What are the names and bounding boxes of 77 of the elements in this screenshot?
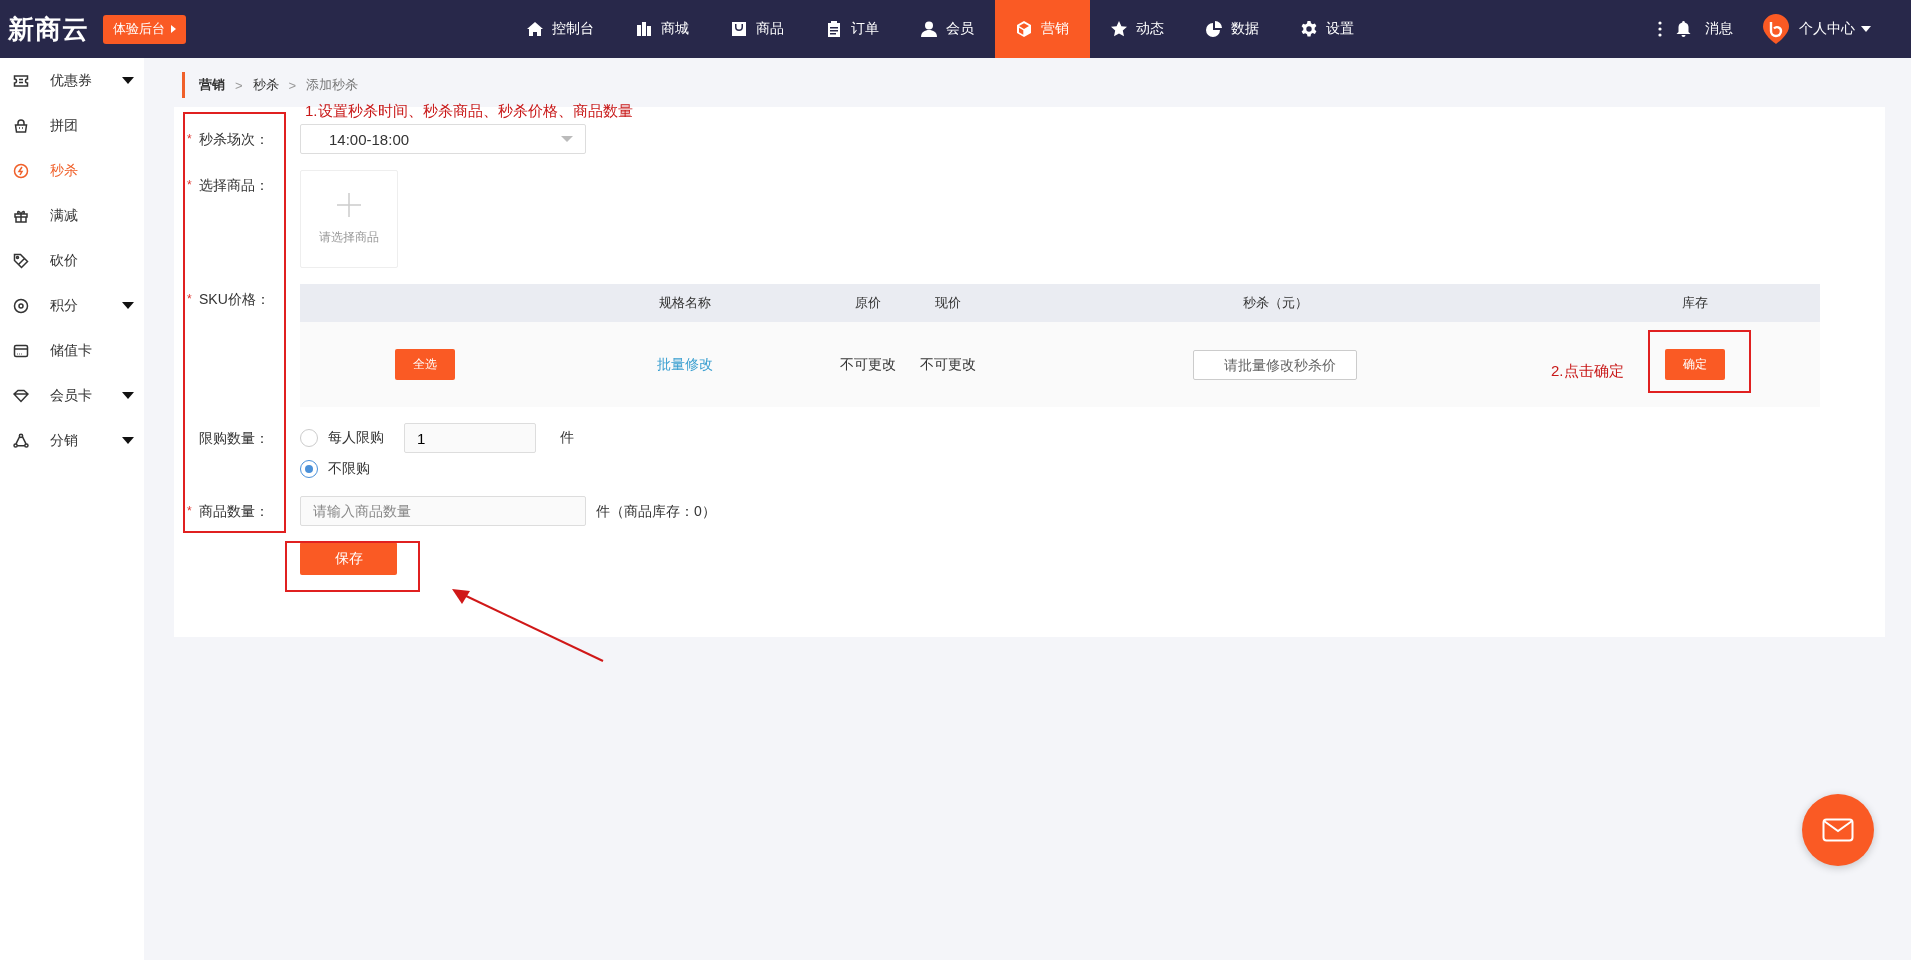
play-icon <box>171 25 176 33</box>
required-mark: * <box>186 131 193 148</box>
ticket-icon <box>13 72 29 89</box>
radio-label: 每人限购 <box>328 429 384 447</box>
nav-tab[interactable]: 控制台 <box>506 0 615 58</box>
sidebar-item[interactable]: 优惠券 <box>0 58 144 103</box>
pie-icon <box>1206 21 1222 37</box>
field-label: 秒杀场次： <box>199 130 269 149</box>
sidebar-item[interactable]: 分销 <box>0 418 144 463</box>
radio-button[interactable] <box>300 429 318 447</box>
dropdown-caret-icon <box>561 136 573 142</box>
annotation-note: 1.设置秒杀时间、秒杀商品、秒杀价格、商品数量 <box>305 102 633 121</box>
table-cell: 不可更改 <box>839 355 896 374</box>
nav-tab[interactable]: 会员 <box>900 0 995 58</box>
price-input[interactable]: 请批量修改秒杀价 <box>1193 349 1357 380</box>
sidebar-item[interactable]: 积分 <box>0 283 144 328</box>
bell-icon <box>1676 21 1691 37</box>
diamond-icon <box>13 387 29 404</box>
sidebar-item[interactable]: 储值卡 <box>0 328 144 373</box>
breadcrumb-separator: > <box>235 77 243 93</box>
field-label: 商品数量： <box>199 502 269 521</box>
star-icon <box>1111 21 1127 37</box>
building-icon <box>636 21 652 37</box>
clipboard-icon <box>826 21 842 37</box>
target-icon <box>13 297 29 314</box>
annotation-note: 2.点击确定 <box>1551 362 1624 381</box>
sidebar-item[interactable]: 砍价 <box>0 238 144 283</box>
sidebar-item[interactable]: 拼团 <box>0 103 144 148</box>
user-menu[interactable]: 个人中心 <box>1799 20 1871 38</box>
breadcrumb-item[interactable]: 营销 <box>199 76 225 94</box>
field-label: SKU价格： <box>199 290 270 309</box>
mail-icon <box>1822 818 1854 842</box>
required-mark: * <box>186 291 193 308</box>
radio-button[interactable] <box>300 460 318 478</box>
column-header: 现价 <box>934 294 961 312</box>
unit-label: 件 <box>560 429 574 447</box>
contact-button[interactable] <box>1802 794 1874 866</box>
column-header: 库存 <box>1682 294 1708 312</box>
nav-tab[interactable]: 设置 <box>1280 0 1375 58</box>
logo: 新商云 <box>8 12 89 46</box>
nav-tab[interactable]: 商品 <box>710 0 805 58</box>
required-mark: * <box>186 177 193 194</box>
breadcrumb-item[interactable]: 秒杀 <box>252 76 279 94</box>
gear-icon <box>1301 21 1317 37</box>
basket-icon <box>13 117 29 134</box>
column-header: 规格名称 <box>659 294 711 312</box>
user-icon <box>921 21 937 37</box>
field-label: 选择商品： <box>199 176 269 195</box>
stock-hint: 件（商品库存：0） <box>596 502 716 521</box>
limit-input[interactable]: 1 <box>404 423 536 453</box>
nav-tab[interactable]: 动态 <box>1090 0 1185 58</box>
more-icon <box>1658 21 1662 37</box>
avatar <box>1763 14 1789 44</box>
radio-label: 不限购 <box>328 460 370 478</box>
column-header: 秒杀（元） <box>1242 294 1308 312</box>
sidebar-item[interactable]: 会员卡 <box>0 373 144 418</box>
tag-icon <box>13 252 29 269</box>
share-icon <box>13 432 29 449</box>
sidebar-item[interactable]: 满减 <box>0 193 144 238</box>
card-icon <box>13 342 29 359</box>
session-select[interactable]: 14:00-18:00 <box>300 124 586 154</box>
nav-tab[interactable]: 商城 <box>615 0 710 58</box>
nav-tab[interactable]: 数据 <box>1185 0 1280 58</box>
required-mark: * <box>186 503 193 520</box>
field-label: 限购数量： <box>199 429 269 448</box>
cube-icon <box>1016 21 1032 37</box>
column-header: 原价 <box>854 294 881 312</box>
quantity-input[interactable]: 请输入商品数量 <box>300 496 586 526</box>
bag-icon <box>731 21 747 37</box>
breadcrumb-separator: > <box>288 77 297 93</box>
messages-button[interactable]: 消息 <box>1676 20 1733 38</box>
home-icon <box>527 21 543 37</box>
breadcrumb-item: 添加秒杀 <box>306 76 359 94</box>
table-cell: 不可更改 <box>919 355 976 374</box>
plus-icon <box>337 192 361 217</box>
bolt-icon <box>13 162 29 179</box>
nav-tab[interactable]: 订单 <box>805 0 900 58</box>
